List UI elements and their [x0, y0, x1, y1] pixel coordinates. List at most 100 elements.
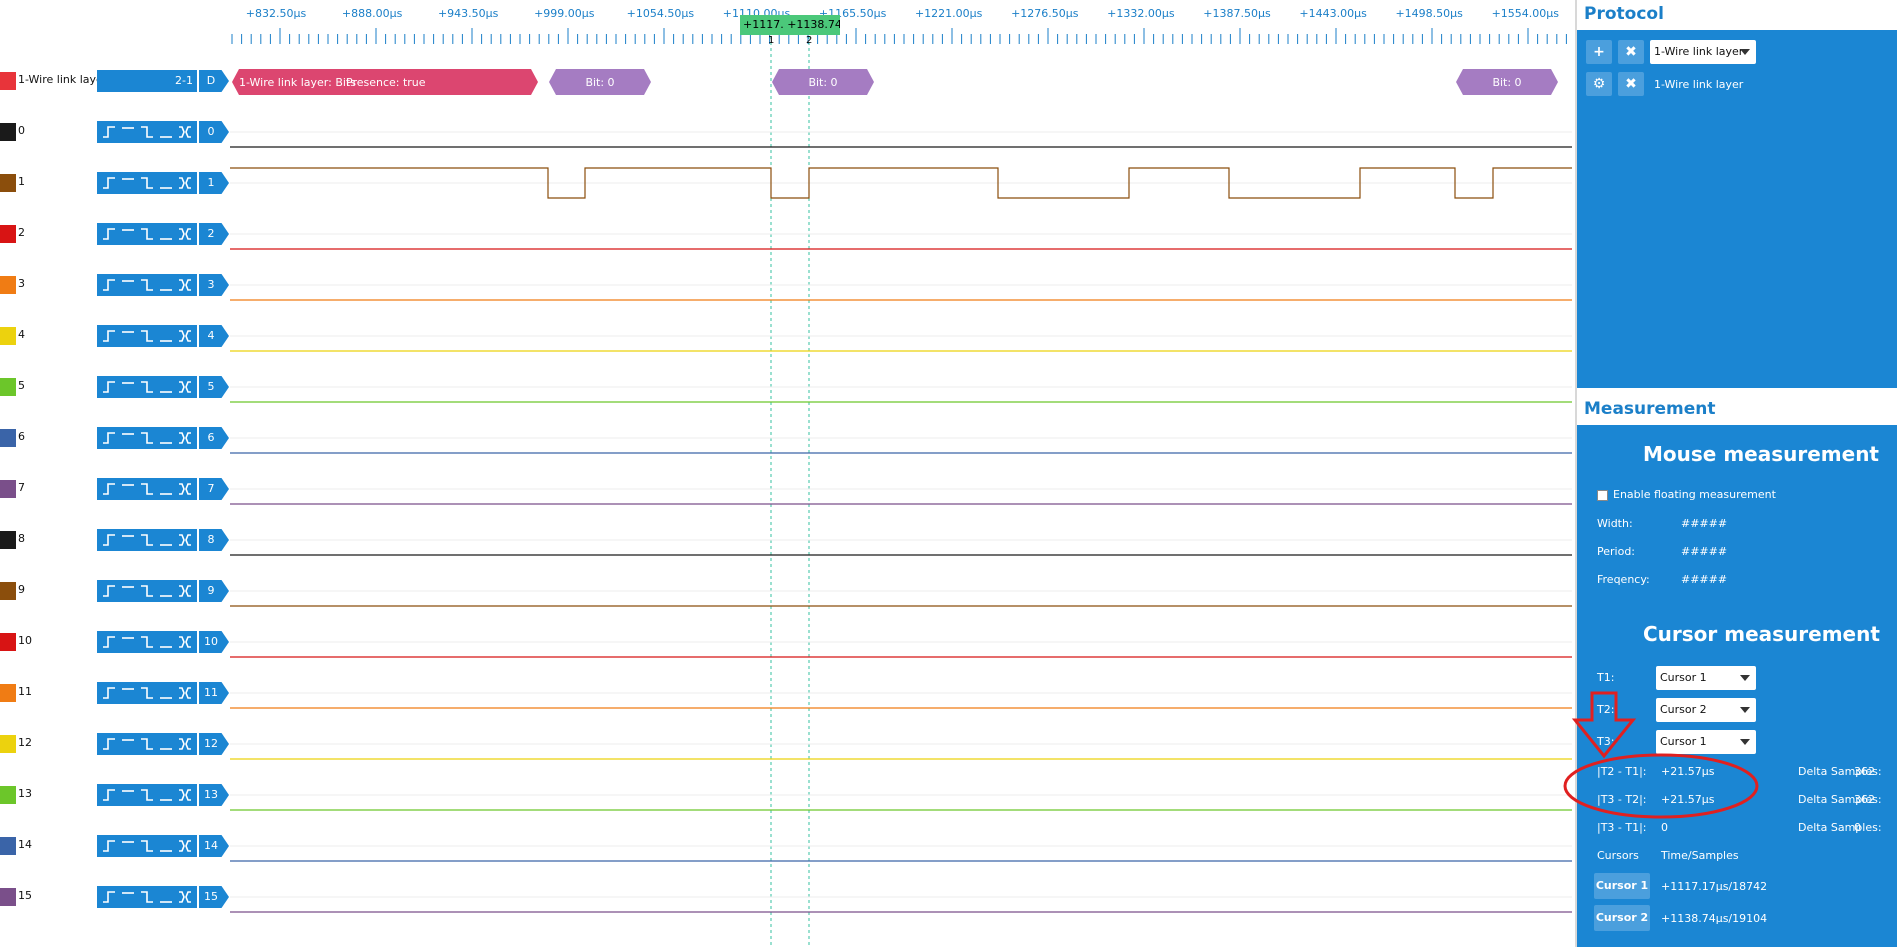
trigger-button[interactable]: [176, 277, 196, 293]
trigger-button[interactable]: [157, 583, 177, 599]
channel-color-swatch[interactable]: [0, 786, 16, 804]
trigger-button[interactable]: [119, 634, 139, 650]
trigger-button[interactable]: [176, 175, 196, 191]
channel-number-tag[interactable]: 3: [199, 274, 229, 296]
protocol-channel-row[interactable]: 1-Wire link layer 2-1 D: [0, 69, 230, 93]
trigger-button[interactable]: [100, 532, 120, 548]
trigger-button[interactable]: [119, 277, 139, 293]
trigger-button[interactable]: [176, 430, 196, 446]
trigger-button[interactable]: [119, 481, 139, 497]
channel-number-tag[interactable]: 2: [199, 223, 229, 245]
channel-color-swatch[interactable]: [0, 837, 16, 855]
time-ruler[interactable]: +832.50µs +888.00µs +943.50µs +999.00µs +105…: [230, 0, 1572, 50]
trigger-button[interactable]: [157, 379, 177, 395]
channel-label[interactable]: 4: [18, 328, 25, 341]
trigger-button[interactable]: [119, 175, 139, 191]
channel-row[interactable]: 15 15: [0, 885, 230, 909]
trigger-button[interactable]: [100, 889, 120, 905]
channel-row[interactable]: 12 12: [0, 732, 230, 756]
trigger-button[interactable]: [100, 736, 120, 752]
remove-protocol-button[interactable]: ✖: [1618, 40, 1644, 64]
trigger-button[interactable]: [176, 889, 196, 905]
trigger-button[interactable]: [119, 889, 139, 905]
channel-label[interactable]: 1: [18, 175, 25, 188]
channel-row[interactable]: 88: [0, 528, 230, 552]
channel-row[interactable]: 22: [0, 222, 230, 246]
trigger-button[interactable]: [157, 838, 177, 854]
trigger-button[interactable]: [157, 787, 177, 803]
channel-color-swatch[interactable]: [0, 72, 16, 90]
channel-label[interactable]: 15: [18, 889, 32, 902]
channel-label[interactable]: 3: [18, 277, 25, 290]
trigger-button[interactable]: [138, 175, 158, 191]
channel-row[interactable]: 14 14: [0, 834, 230, 858]
channel-label[interactable]: 11: [18, 685, 32, 698]
channel-color-swatch[interactable]: [0, 582, 16, 600]
channel-color-swatch[interactable]: [0, 378, 16, 396]
trigger-button[interactable]: [119, 124, 139, 140]
trigger-button[interactable]: [119, 838, 139, 854]
delete-protocol-button[interactable]: ✖: [1618, 72, 1644, 96]
channel-row[interactable]: 33: [0, 273, 230, 297]
trigger-button[interactable]: [176, 328, 196, 344]
trigger-button[interactable]: [176, 532, 196, 548]
trigger-button[interactable]: [100, 430, 120, 446]
channel-color-swatch[interactable]: [0, 480, 16, 498]
channel-label[interactable]: 8: [18, 532, 25, 545]
channel-number-tag[interactable]: 11: [199, 682, 229, 704]
protocol-channel-badge[interactable]: D: [199, 70, 229, 92]
trigger-button[interactable]: [157, 328, 177, 344]
trigger-button[interactable]: [119, 787, 139, 803]
trigger-button[interactable]: [100, 124, 120, 140]
channel-number-tag[interactable]: 8: [199, 529, 229, 551]
trigger-button[interactable]: [119, 328, 139, 344]
trigger-button[interactable]: [100, 379, 120, 395]
t3-select[interactable]: Cursor 1: [1656, 730, 1756, 754]
channel-label[interactable]: 12: [18, 736, 32, 749]
trigger-button[interactable]: [100, 226, 120, 242]
trigger-button[interactable]: [119, 736, 139, 752]
trigger-button[interactable]: [138, 583, 158, 599]
t2-select[interactable]: Cursor 2: [1656, 698, 1756, 722]
trigger-button[interactable]: [138, 430, 158, 446]
trigger-button[interactable]: [176, 124, 196, 140]
t1-select[interactable]: Cursor 1: [1656, 666, 1756, 690]
channel-row[interactable]: 44: [0, 324, 230, 348]
channel-row[interactable]: 11: [0, 171, 230, 195]
floating-measurement-checkbox[interactable]: [1597, 490, 1608, 501]
cursor-2-button[interactable]: Cursor 2: [1594, 905, 1650, 931]
channel-number-tag[interactable]: 6: [199, 427, 229, 449]
trigger-button[interactable]: [138, 787, 158, 803]
trigger-button[interactable]: [100, 634, 120, 650]
trigger-button[interactable]: [138, 124, 158, 140]
trigger-button[interactable]: [138, 328, 158, 344]
trigger-button[interactable]: [138, 889, 158, 905]
channel-label[interactable]: 10: [18, 634, 32, 647]
channel-color-swatch[interactable]: [0, 888, 16, 906]
channel-row[interactable]: 13 13: [0, 783, 230, 807]
add-protocol-button[interactable]: +: [1586, 40, 1612, 64]
trigger-button[interactable]: [138, 532, 158, 548]
trigger-button[interactable]: [100, 277, 120, 293]
trigger-button[interactable]: [138, 226, 158, 242]
trigger-button[interactable]: [138, 634, 158, 650]
trigger-button[interactable]: [100, 328, 120, 344]
channel-number-tag[interactable]: 1: [199, 172, 229, 194]
channel-number-tag[interactable]: 9: [199, 580, 229, 602]
channel-row[interactable]: 10 10: [0, 630, 230, 654]
channel-color-swatch[interactable]: [0, 225, 16, 243]
trigger-button[interactable]: [100, 175, 120, 191]
channel-color-swatch[interactable]: [0, 684, 16, 702]
channel-number-tag[interactable]: 14: [199, 835, 229, 857]
trigger-button[interactable]: [176, 838, 196, 854]
channel-color-swatch[interactable]: [0, 735, 16, 753]
channel-row[interactable]: 00: [0, 120, 230, 144]
channel-number-tag[interactable]: 7: [199, 478, 229, 500]
trigger-button[interactable]: [138, 736, 158, 752]
channel-label[interactable]: 5: [18, 379, 25, 392]
waveform-area[interactable]: 1 21-Wire link layer: BitsPresence: true B…: [0, 0, 1575, 947]
channel-number-tag[interactable]: 13: [199, 784, 229, 806]
channel-number-tag[interactable]: 5: [199, 376, 229, 398]
trigger-button[interactable]: [119, 583, 139, 599]
trigger-button[interactable]: [176, 685, 196, 701]
